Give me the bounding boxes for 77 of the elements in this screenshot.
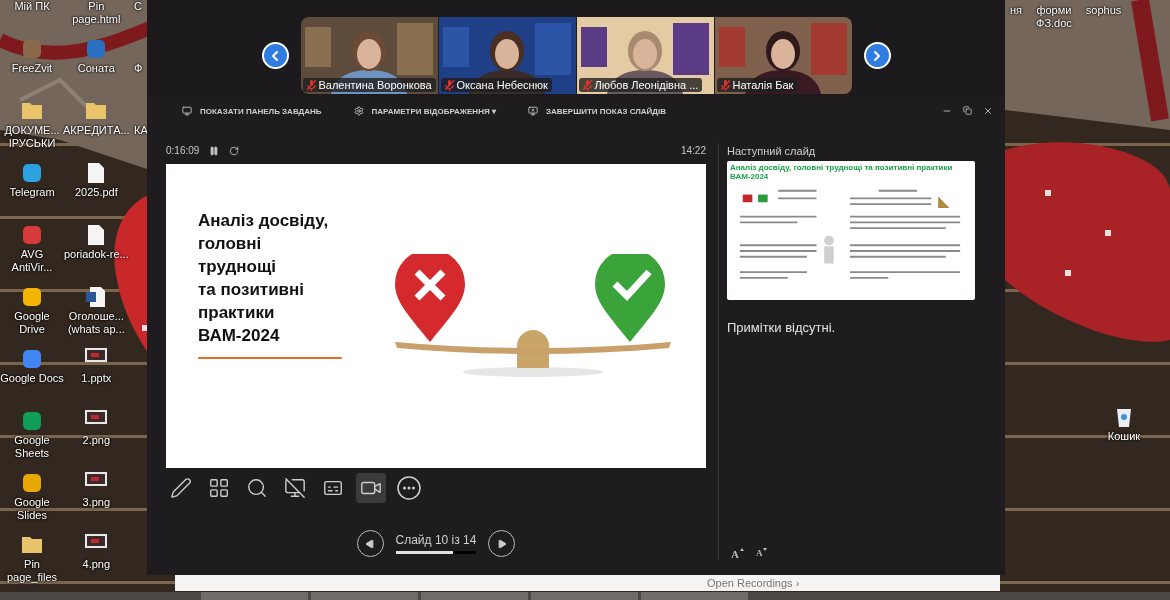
desktop-icon-label[interactable]: С bbox=[134, 0, 142, 13]
folder-icon bbox=[21, 100, 43, 120]
document-icon bbox=[87, 224, 106, 246]
triangle-right-icon bbox=[496, 538, 507, 549]
participant-name: Валентина Воронкова bbox=[318, 79, 432, 91]
image-file-icon bbox=[85, 534, 108, 548]
restore-button[interactable] bbox=[963, 106, 972, 116]
taskbar-icon bbox=[182, 106, 192, 116]
clock: 14:22 bbox=[680, 145, 706, 156]
word-document-icon bbox=[86, 286, 107, 308]
slide-counter: Слайд 10 із 14 bbox=[395, 533, 477, 547]
desktop-icon-label[interactable]: AVG AntiVir... bbox=[11, 248, 53, 274]
triangle-left-icon bbox=[365, 538, 376, 549]
preview-title: Аналіз досвіду, головні труднощі та позитивні практики ВАМ-2024 bbox=[730, 163, 954, 181]
image-file-icon bbox=[85, 410, 108, 424]
desktop-icon-label[interactable]: 4.png bbox=[82, 558, 111, 571]
muted-microphone-icon bbox=[444, 79, 454, 91]
participant-name: Наталія Бак bbox=[732, 79, 794, 91]
more-icon[interactable] bbox=[394, 473, 424, 503]
desktop-icon-label[interactable]: Соната bbox=[77, 62, 115, 75]
decrease-font-button[interactable]: A bbox=[755, 548, 768, 560]
desktop-icon-label[interactable]: АКРЕДИТА... bbox=[63, 124, 130, 137]
desktop-icon-label[interactable]: Google Slides bbox=[0, 496, 64, 522]
desktop-icon-label[interactable]: Pin page.html bbox=[72, 0, 121, 26]
close-button[interactable] bbox=[983, 106, 993, 116]
desktop-icon-label[interactable]: 2025.pdf bbox=[74, 186, 118, 199]
document-icon bbox=[87, 162, 106, 184]
slide-title: Аналіз досвіду, головні труднощі та позитивні практики ВАМ-2024 bbox=[198, 210, 330, 347]
muted-microphone-icon bbox=[306, 79, 316, 91]
next-slide-heading: Наступний слайд bbox=[727, 145, 817, 157]
reset-button[interactable] bbox=[229, 145, 240, 156]
desktop-icon-label[interactable]: 1.pptx bbox=[81, 372, 112, 385]
participant-name: Оксана Небеснюк bbox=[456, 79, 548, 91]
open-recordings-link[interactable]: Open Recordings › bbox=[707, 577, 800, 589]
image-file-icon bbox=[85, 348, 108, 362]
muted-microphone-icon bbox=[582, 79, 592, 91]
previous-button[interactable] bbox=[261, 42, 289, 69]
recycle-bin-icon bbox=[1116, 406, 1132, 428]
pause-button[interactable] bbox=[209, 145, 220, 156]
desktop-icon-label[interactable]: ня bbox=[1010, 4, 1023, 30]
speaker-notes: Примітки відсутні. bbox=[727, 320, 837, 335]
settings-icon bbox=[353, 106, 364, 116]
pause-icon bbox=[209, 145, 220, 156]
folder-icon bbox=[21, 534, 43, 554]
image-file-icon bbox=[85, 472, 108, 486]
caret-icon bbox=[763, 548, 768, 551]
desktop-icon-label[interactable]: Ф bbox=[134, 62, 143, 75]
desktop-icon-label[interactable]: ДОКУМЕ... ІРУСЬКИ bbox=[4, 124, 60, 150]
desktop-icon-label[interactable]: КА bbox=[134, 124, 148, 137]
desktop-icon-label[interactable]: Мій ПК bbox=[14, 0, 50, 13]
muted-microphone-icon bbox=[720, 79, 730, 91]
desktop-icon-label[interactable]: Telegram bbox=[9, 186, 55, 199]
desktop-icon-label[interactable]: Google Sheets bbox=[14, 434, 50, 460]
menu-button[interactable]: ЗАВЕРШИТИ ПОКАЗ СЛАЙДІВ bbox=[527, 106, 667, 116]
participant-name: Любов Леонідівна ... bbox=[594, 79, 699, 91]
desktop-icon-label[interactable]: Оголоше... (whats ap... bbox=[67, 310, 125, 336]
desktop-icon-label[interactable]: форми ФЗ.doc bbox=[1036, 4, 1072, 30]
desktop-icon-label[interactable]: 3.png bbox=[82, 496, 111, 509]
desktop-icon-label[interactable]: Google Docs bbox=[0, 372, 64, 385]
folder-icon bbox=[85, 100, 108, 120]
desktop-icon-label[interactable]: 2.png bbox=[82, 434, 111, 447]
close-icon bbox=[983, 106, 993, 116]
desktop-icon-label[interactable]: sophus bbox=[1085, 4, 1122, 30]
desktop-icon-label[interactable]: Pin page_files bbox=[6, 558, 58, 584]
menu-button[interactable]: ПАРАМЕТРИ ВІДОБРАЖЕННЯ ▾ bbox=[353, 106, 496, 116]
reset-icon bbox=[229, 145, 240, 156]
video-camera-icon[interactable] bbox=[356, 473, 386, 503]
next-button[interactable] bbox=[863, 42, 891, 69]
restore-icon bbox=[963, 106, 972, 115]
desktop-icon-label[interactable]: FreeZvit bbox=[11, 62, 53, 75]
increase-font-button[interactable]: A bbox=[731, 548, 744, 560]
elapsed-timer: 0:16:09 bbox=[166, 145, 200, 156]
caret-icon bbox=[739, 548, 744, 551]
menu-button[interactable]: ПОКАЗАТИ ПАНЕЛЬ ЗАВДАНЬ bbox=[182, 106, 322, 116]
monitor-close-icon bbox=[527, 106, 538, 116]
desktop-icon-label[interactable]: Google Drive bbox=[0, 310, 64, 336]
desktop-icon-label[interactable]: Кошик bbox=[1107, 430, 1141, 443]
